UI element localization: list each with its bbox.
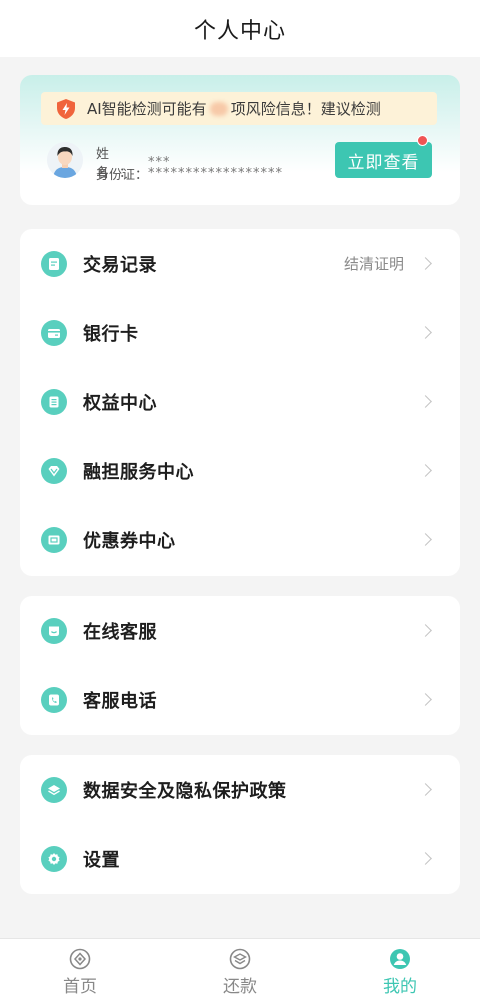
home-icon bbox=[69, 948, 91, 970]
repay-icon bbox=[229, 948, 251, 970]
tab-repay[interactable]: 还款 bbox=[180, 939, 300, 1003]
alert-text-suffix: 项风险信息！建议检测 bbox=[230, 100, 381, 118]
bank-card-icon bbox=[41, 319, 67, 346]
menu-label: 优惠券中心 bbox=[83, 530, 176, 552]
menu-item-service-phone[interactable]: 客服电话 bbox=[20, 665, 460, 734]
chevron-right-icon bbox=[419, 693, 432, 706]
chat-icon bbox=[41, 617, 67, 644]
chevron-right-icon bbox=[419, 464, 432, 477]
tab-label: 还款 bbox=[223, 977, 257, 997]
settlement-proof-link[interactable]: 结清证明 bbox=[344, 253, 404, 274]
chevron-right-icon bbox=[419, 852, 432, 865]
menu-label: 客服电话 bbox=[83, 690, 157, 712]
menu-item-coupons[interactable]: 优惠券中心 bbox=[20, 505, 460, 574]
document-icon bbox=[41, 250, 67, 277]
menu-label: 数据安全及隐私保护政策 bbox=[83, 780, 287, 802]
page-title-text: 个人中心 bbox=[193, 18, 286, 44]
tab-label: 首页 bbox=[63, 977, 97, 997]
id-row: 身份证： ****************** bbox=[96, 164, 283, 183]
menu-item-settings[interactable]: 设置 bbox=[20, 824, 460, 893]
chevron-right-icon bbox=[419, 783, 432, 796]
id-label: 身份证： bbox=[96, 168, 149, 183]
menu-item-online-service[interactable]: 在线客服 bbox=[20, 596, 460, 665]
menu-group-main: 交易记录 结清证明 银行卡 权益中心 融担服务中心 优惠券中心 bbox=[20, 229, 460, 576]
menu-label: 在线客服 bbox=[83, 621, 157, 643]
risk-alert-bar[interactable]: AI智能检测可能有 项风险信息！建议检测 bbox=[41, 92, 437, 125]
coupon-icon bbox=[41, 526, 67, 553]
layers-icon bbox=[41, 776, 67, 803]
menu-label: 权益中心 bbox=[83, 392, 157, 414]
chevron-right-icon bbox=[419, 326, 432, 339]
tab-label: 我的 bbox=[383, 977, 417, 997]
menu-item-privacy-policy[interactable]: 数据安全及隐私保护政策 bbox=[20, 755, 460, 824]
notification-dot bbox=[417, 135, 428, 146]
view-now-button[interactable]: 立即查看 bbox=[335, 142, 432, 178]
tab-home[interactable]: 首页 bbox=[20, 939, 140, 1003]
benefits-icon bbox=[41, 388, 67, 415]
menu-group-support: 在线客服 客服电话 bbox=[20, 596, 460, 735]
tab-mine[interactable]: 我的 bbox=[340, 939, 460, 1003]
menu-item-guarantee-service[interactable]: 融担服务中心 bbox=[20, 436, 460, 505]
shield-alert-icon bbox=[57, 98, 75, 119]
menu-item-benefits[interactable]: 权益中心 bbox=[20, 367, 460, 436]
diamond-icon bbox=[41, 457, 67, 484]
gear-icon bbox=[41, 845, 67, 872]
chevron-right-icon bbox=[419, 395, 432, 408]
menu-group-settings: 数据安全及隐私保护政策 设置 bbox=[20, 755, 460, 894]
menu-label: 交易记录 bbox=[83, 254, 157, 276]
alert-text-prefix: AI智能检测可能有 bbox=[87, 100, 207, 118]
avatar bbox=[47, 142, 83, 178]
page-title: 个人中心 bbox=[0, 0, 480, 57]
menu-label: 设置 bbox=[83, 849, 120, 871]
chevron-right-icon bbox=[419, 257, 432, 270]
menu-item-bank-card[interactable]: 银行卡 bbox=[20, 298, 460, 367]
chevron-right-icon bbox=[419, 624, 432, 637]
menu-label: 银行卡 bbox=[83, 323, 139, 345]
menu-label: 融担服务中心 bbox=[83, 461, 194, 483]
chevron-right-icon bbox=[419, 533, 432, 546]
menu-item-transactions[interactable]: 交易记录 结清证明 bbox=[20, 229, 460, 298]
profile-icon bbox=[390, 949, 410, 969]
id-value: ****************** bbox=[148, 166, 283, 181]
bottom-tab-bar: 首页 还款 我的 bbox=[0, 938, 480, 1003]
phone-icon bbox=[41, 686, 67, 713]
blurred-count bbox=[209, 101, 228, 116]
user-info-card: AI智能检测可能有 项风险信息！建议检测 姓名： *** 身份证： ******… bbox=[20, 75, 460, 205]
